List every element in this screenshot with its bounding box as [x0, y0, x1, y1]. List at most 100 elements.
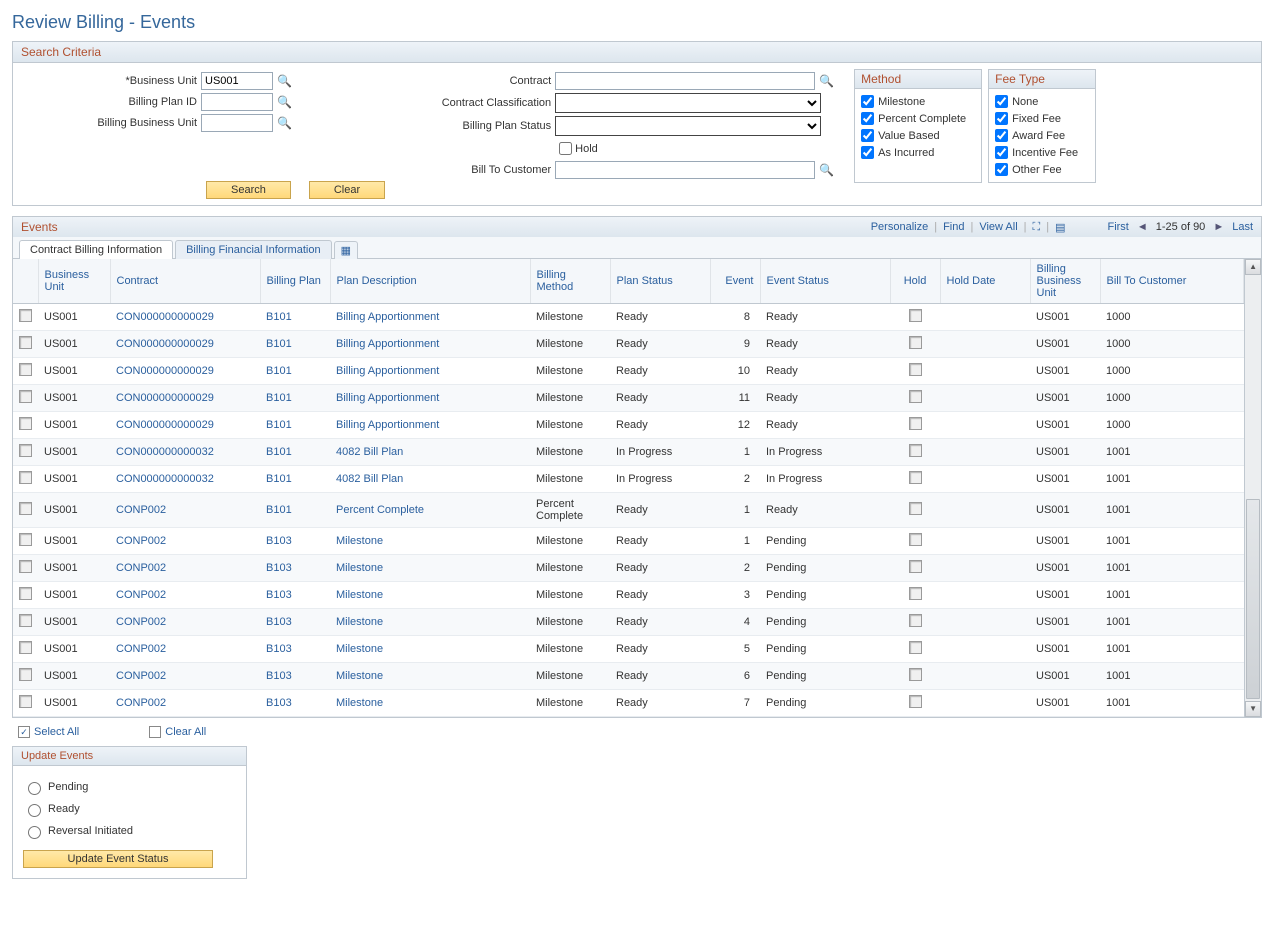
- update-event-status-button[interactable]: Update Event Status: [23, 850, 213, 868]
- col-billing-plan[interactable]: Billing Plan: [267, 275, 321, 287]
- clear-all-link[interactable]: Clear All: [149, 726, 206, 738]
- cell-plan-description-link[interactable]: Milestone: [336, 670, 383, 682]
- cell-billing-plan-link[interactable]: B101: [266, 392, 292, 404]
- fee-type-checkbox[interactable]: [995, 163, 1008, 176]
- tab-contract-billing-info[interactable]: Contract Billing Information: [19, 240, 173, 259]
- cell-contract-link[interactable]: CON000000000029: [116, 338, 214, 350]
- cell-plan-description-link[interactable]: Milestone: [336, 643, 383, 655]
- method-checkbox[interactable]: [861, 112, 874, 125]
- cell-billing-plan-link[interactable]: B101: [266, 419, 292, 431]
- row-select-checkbox[interactable]: [19, 309, 32, 322]
- cell-billing-plan-link[interactable]: B103: [266, 535, 292, 547]
- col-hold[interactable]: Hold: [904, 275, 927, 287]
- cell-billing-plan-link[interactable]: B101: [266, 338, 292, 350]
- cell-billing-plan-link[interactable]: B101: [266, 504, 292, 516]
- method-checkbox[interactable]: [861, 129, 874, 142]
- search-button[interactable]: Search: [206, 181, 291, 199]
- cell-billing-plan-link[interactable]: B101: [266, 311, 292, 323]
- row-select-checkbox[interactable]: [19, 417, 32, 430]
- row-select-checkbox[interactable]: [19, 560, 32, 573]
- cell-billing-plan-link[interactable]: B103: [266, 562, 292, 574]
- billing-plan-id-lookup-icon[interactable]: 🔍: [277, 95, 292, 109]
- cell-billing-plan-link[interactable]: B101: [266, 446, 292, 458]
- ready-radio[interactable]: [28, 804, 41, 817]
- bill-to-customer-lookup-icon[interactable]: 🔍: [819, 163, 834, 177]
- cell-plan-description-link[interactable]: Billing Apportionment: [336, 419, 439, 431]
- business-unit-lookup-icon[interactable]: 🔍: [277, 74, 292, 88]
- hold-checkbox[interactable]: [909, 641, 922, 654]
- personalize-link[interactable]: Personalize: [871, 221, 928, 233]
- cell-plan-description-link[interactable]: Billing Apportionment: [336, 311, 439, 323]
- cell-billing-plan-link[interactable]: B103: [266, 589, 292, 601]
- billing-business-unit-input[interactable]: [201, 114, 273, 132]
- billing-business-unit-lookup-icon[interactable]: 🔍: [277, 116, 292, 130]
- col-event[interactable]: Event: [725, 275, 753, 287]
- hold-checkbox[interactable]: [909, 309, 922, 322]
- reversal-initiated-radio[interactable]: [28, 826, 41, 839]
- download-icon[interactable]: ▤: [1055, 221, 1065, 234]
- row-select-checkbox[interactable]: [19, 363, 32, 376]
- col-event-status[interactable]: Event Status: [767, 275, 829, 287]
- cell-plan-description-link[interactable]: Billing Apportionment: [336, 392, 439, 404]
- last-link[interactable]: Last: [1232, 221, 1253, 233]
- hold-checkbox[interactable]: [909, 390, 922, 403]
- col-billing-method[interactable]: Billing Method: [537, 269, 574, 293]
- row-select-checkbox[interactable]: [19, 502, 32, 515]
- pending-radio[interactable]: [28, 782, 41, 795]
- prev-arrow-icon[interactable]: ◄: [1135, 221, 1150, 233]
- cell-contract-link[interactable]: CONP002: [116, 697, 166, 709]
- find-link[interactable]: Find: [943, 221, 964, 233]
- cell-billing-plan-link[interactable]: B103: [266, 697, 292, 709]
- cell-plan-description-link[interactable]: Milestone: [336, 562, 383, 574]
- hold-checkbox[interactable]: [909, 533, 922, 546]
- billing-plan-id-input[interactable]: [201, 93, 273, 111]
- zoom-icon[interactable]: ⛶: [1033, 221, 1041, 234]
- cell-billing-plan-link[interactable]: B101: [266, 473, 292, 485]
- cell-billing-plan-link[interactable]: B101: [266, 365, 292, 377]
- view-all-link[interactable]: View All: [979, 221, 1017, 233]
- hold-checkbox[interactable]: [909, 363, 922, 376]
- contract-classification-select[interactable]: [555, 93, 821, 113]
- cell-contract-link[interactable]: CONP002: [116, 535, 166, 547]
- hold-checkbox[interactable]: [909, 502, 922, 515]
- scroll-down-icon[interactable]: ▼: [1245, 701, 1261, 717]
- cell-plan-description-link[interactable]: Milestone: [336, 616, 383, 628]
- next-arrow-icon[interactable]: ►: [1211, 221, 1226, 233]
- cell-contract-link[interactable]: CONP002: [116, 616, 166, 628]
- cell-plan-description-link[interactable]: Billing Apportionment: [336, 365, 439, 377]
- fee-type-checkbox[interactable]: [995, 146, 1008, 159]
- cell-contract-link[interactable]: CONP002: [116, 589, 166, 601]
- cell-contract-link[interactable]: CON000000000032: [116, 473, 214, 485]
- show-all-columns-icon[interactable]: ▦: [334, 241, 358, 259]
- row-select-checkbox[interactable]: [19, 533, 32, 546]
- col-hold-date[interactable]: Hold Date: [947, 275, 996, 287]
- contract-lookup-icon[interactable]: 🔍: [819, 74, 834, 88]
- hold-checkbox[interactable]: [909, 471, 922, 484]
- cell-plan-description-link[interactable]: Milestone: [336, 589, 383, 601]
- select-all-link[interactable]: Select All: [18, 726, 79, 738]
- hold-checkbox[interactable]: [909, 560, 922, 573]
- row-select-checkbox[interactable]: [19, 471, 32, 484]
- method-checkbox[interactable]: [861, 95, 874, 108]
- row-select-checkbox[interactable]: [19, 444, 32, 457]
- row-select-checkbox[interactable]: [19, 587, 32, 600]
- hold-checkbox[interactable]: [909, 444, 922, 457]
- row-select-checkbox[interactable]: [19, 641, 32, 654]
- cell-contract-link[interactable]: CON000000000032: [116, 446, 214, 458]
- hold-checkbox[interactable]: [559, 142, 572, 155]
- cell-plan-description-link[interactable]: 4082 Bill Plan: [336, 446, 403, 458]
- contract-input[interactable]: [555, 72, 815, 90]
- cell-billing-plan-link[interactable]: B103: [266, 670, 292, 682]
- bill-to-customer-input[interactable]: [555, 161, 815, 179]
- scrollbar[interactable]: ▲ ▼: [1244, 259, 1261, 717]
- cell-contract-link[interactable]: CONP002: [116, 562, 166, 574]
- hold-checkbox[interactable]: [909, 695, 922, 708]
- billing-plan-status-select[interactable]: [555, 116, 821, 136]
- row-select-checkbox[interactable]: [19, 668, 32, 681]
- method-checkbox[interactable]: [861, 146, 874, 159]
- col-plan-status[interactable]: Plan Status: [617, 275, 673, 287]
- cell-billing-plan-link[interactable]: B103: [266, 643, 292, 655]
- hold-checkbox[interactable]: [909, 587, 922, 600]
- cell-contract-link[interactable]: CONP002: [116, 670, 166, 682]
- row-select-checkbox[interactable]: [19, 390, 32, 403]
